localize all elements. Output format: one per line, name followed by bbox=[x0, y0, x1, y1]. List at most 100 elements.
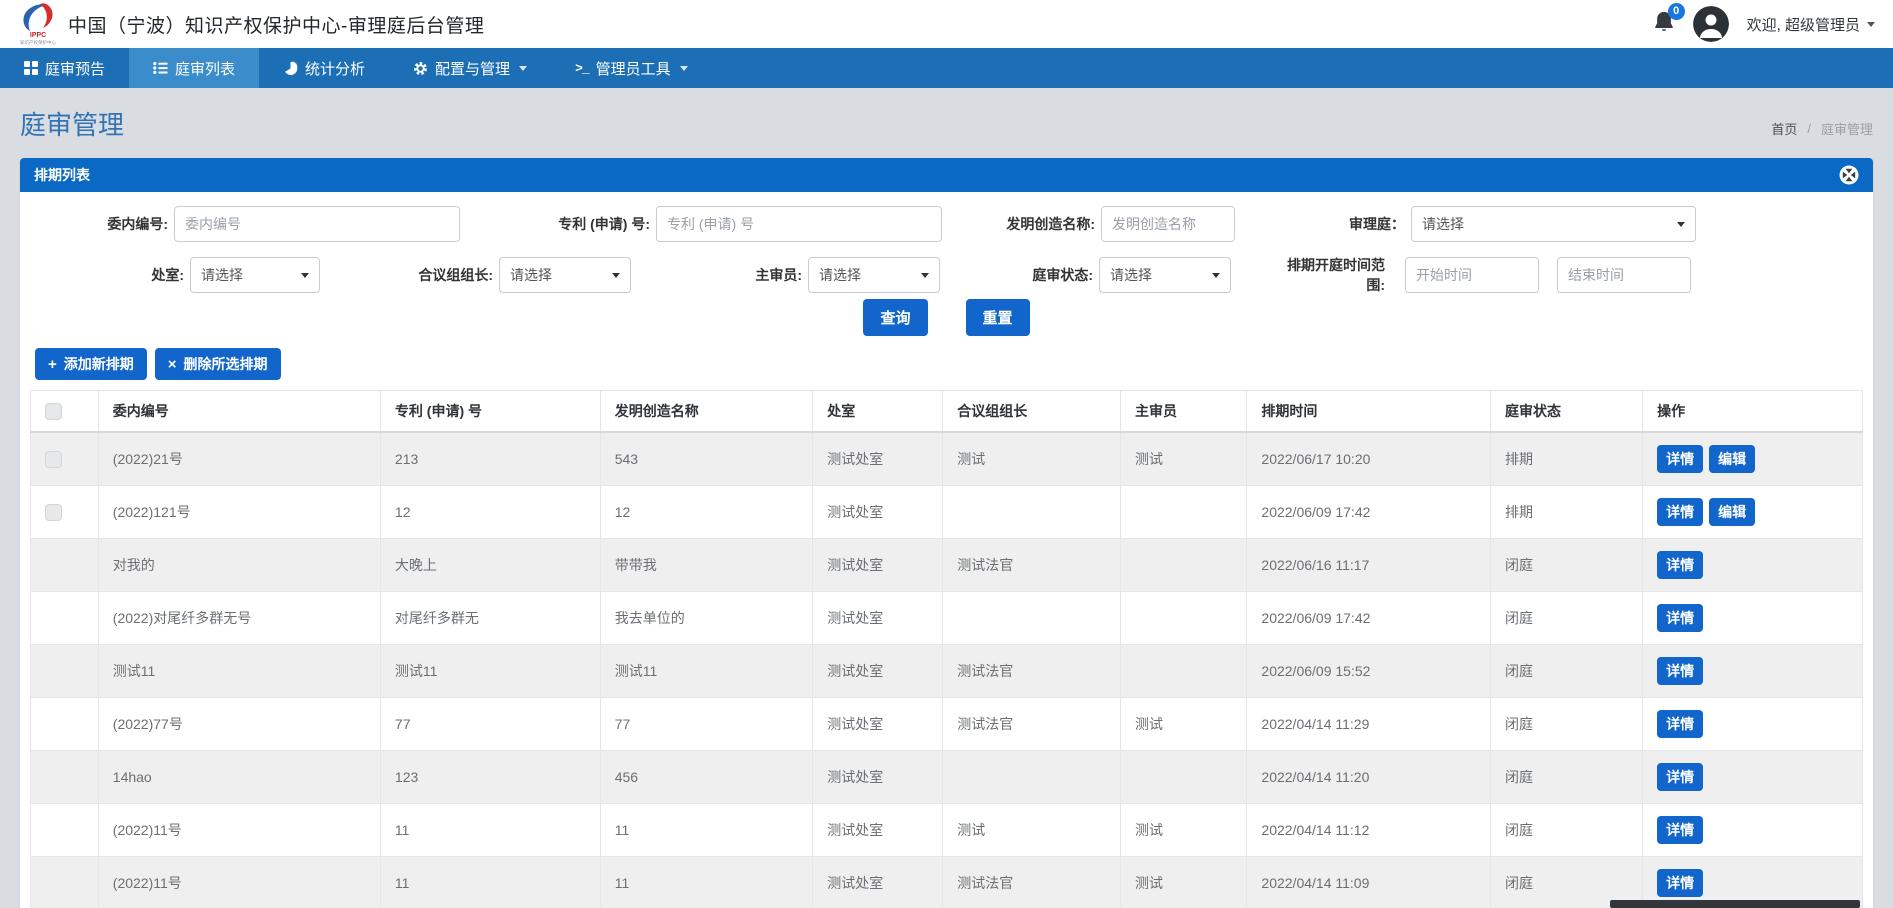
collapse-expand-icon[interactable] bbox=[1839, 165, 1859, 185]
row-checkbox[interactable] bbox=[45, 451, 62, 468]
breadcrumb-home[interactable]: 首页 bbox=[1771, 119, 1797, 138]
chief-judge-select[interactable]: 请选择 bbox=[808, 257, 940, 293]
cell-chief-judge bbox=[1121, 751, 1247, 804]
cell-department: 测试处室 bbox=[813, 698, 943, 751]
patent-no-input[interactable] bbox=[656, 206, 942, 242]
cell-patent-no: 测试11 bbox=[380, 645, 600, 698]
nav-item-statistics[interactable]: 统计分析 bbox=[259, 48, 389, 88]
nav-item-trial-preview[interactable]: 庭审预告 bbox=[0, 48, 129, 88]
trial-status-select[interactable]: 请选择 bbox=[1099, 257, 1231, 293]
bell-icon bbox=[1653, 21, 1675, 38]
cell-chief-judge bbox=[1121, 592, 1247, 645]
cell-panel-leader: 测试法官 bbox=[943, 539, 1121, 592]
cell-panel-leader bbox=[943, 592, 1121, 645]
col-schedule-time: 排期时间 bbox=[1247, 391, 1491, 433]
panel-leader-select[interactable]: 请选择 bbox=[499, 257, 631, 293]
nav-item-configuration[interactable]: 配置与管理 bbox=[389, 48, 551, 88]
status-badge: 排期 bbox=[1491, 432, 1643, 486]
table-row: 对我的 大晚上 带带我 测试处室 测试法官 2022/06/16 11:17 闭… bbox=[31, 539, 1863, 592]
cell-panel-leader: 测试 bbox=[943, 432, 1121, 486]
end-time-input[interactable] bbox=[1557, 257, 1691, 293]
chief-judge-select-value: 请选择 bbox=[819, 265, 861, 285]
status-badge: 闭庭 bbox=[1491, 539, 1643, 592]
chevron-down-icon bbox=[612, 273, 620, 278]
detail-button[interactable]: 详情 bbox=[1657, 816, 1703, 844]
cell-panel-leader bbox=[943, 751, 1121, 804]
chevron-down-icon bbox=[301, 273, 309, 278]
detail-button[interactable]: 详情 bbox=[1657, 657, 1703, 685]
add-schedule-button[interactable]: + 添加新排期 bbox=[35, 348, 147, 380]
cell-case-no: (2022)77号 bbox=[98, 698, 380, 751]
cell-patent-no: 77 bbox=[380, 698, 600, 751]
department-select[interactable]: 请选择 bbox=[190, 257, 320, 293]
detail-button[interactable]: 详情 bbox=[1657, 445, 1703, 473]
detail-button[interactable]: 详情 bbox=[1657, 551, 1703, 579]
panel-header: 排期列表 bbox=[20, 158, 1873, 192]
chief-judge-label: 主审员: bbox=[747, 265, 802, 285]
status-badge: 闭庭 bbox=[1491, 592, 1643, 645]
cell-invention-name: 543 bbox=[600, 432, 813, 486]
table-row: 测试11 测试11 测试11 测试处室 测试法官 2022/06/09 15:5… bbox=[31, 645, 1863, 698]
filter-row-1: 委内编号: 专利 (申请) 号: 发明创造名称: 审理庭： 请选择 bbox=[30, 206, 1863, 242]
table-row: (2022)121号 12 12 测试处室 2022/06/09 17:42 排… bbox=[31, 486, 1863, 539]
cell-schedule-time: 2022/06/09 17:42 bbox=[1247, 486, 1491, 539]
delete-selected-label: 删除所选排期 bbox=[184, 354, 268, 374]
cell-department: 测试处室 bbox=[813, 857, 943, 908]
nav-item-trial-list[interactable]: 庭审列表 bbox=[129, 48, 259, 88]
select-all-checkbox[interactable] bbox=[45, 403, 62, 420]
row-checkbox[interactable] bbox=[45, 504, 62, 521]
detail-button[interactable]: 详情 bbox=[1657, 869, 1703, 897]
cell-case-no: 14hao bbox=[98, 751, 380, 804]
case-no-input[interactable] bbox=[174, 206, 460, 242]
reset-button[interactable]: 重置 bbox=[966, 299, 1030, 336]
cell-patent-no: 12 bbox=[380, 486, 600, 539]
logo-text: IPPC bbox=[30, 32, 46, 39]
trial-status-select-value: 请选择 bbox=[1110, 265, 1152, 285]
status-badge: 闭庭 bbox=[1491, 645, 1643, 698]
cell-chief-judge bbox=[1121, 486, 1247, 539]
detail-button[interactable]: 详情 bbox=[1657, 763, 1703, 791]
edit-button[interactable]: 编辑 bbox=[1709, 445, 1755, 473]
cell-department: 测试处室 bbox=[813, 432, 943, 486]
department-select-value: 请选择 bbox=[201, 265, 243, 285]
avatar[interactable] bbox=[1693, 6, 1729, 42]
nav-label: 配置与管理 bbox=[435, 58, 510, 79]
detail-button[interactable]: 详情 bbox=[1657, 498, 1703, 526]
court-label: 审理庭： bbox=[1330, 214, 1405, 234]
col-invention-name: 发明创造名称 bbox=[600, 391, 813, 433]
cell-chief-judge: 测试 bbox=[1121, 804, 1247, 857]
pie-chart-icon bbox=[283, 61, 298, 76]
logo-subtext: 知识产权保护中心 bbox=[20, 39, 56, 46]
cell-schedule-time: 2022/04/14 11:29 bbox=[1247, 698, 1491, 751]
status-badge: 闭庭 bbox=[1491, 804, 1643, 857]
cell-department: 测试处室 bbox=[813, 645, 943, 698]
chevron-down-icon bbox=[1867, 22, 1875, 27]
status-badge: 闭庭 bbox=[1491, 751, 1643, 804]
col-case-no: 委内编号 bbox=[98, 391, 380, 433]
cell-schedule-time: 2022/06/16 11:17 bbox=[1247, 539, 1491, 592]
search-button[interactable]: 查询 bbox=[863, 299, 927, 336]
nav-item-admin-tools[interactable]: >_ 管理员工具 bbox=[551, 48, 712, 88]
cell-schedule-time: 2022/06/09 17:42 bbox=[1247, 592, 1491, 645]
delete-selected-button[interactable]: × 删除所选排期 bbox=[155, 348, 281, 380]
filter-row-2: 处室: 请选择 合议组组长: 请选择 主审员: 请选择 庭审状态: 请选择 bbox=[30, 255, 1863, 295]
cell-schedule-time: 2022/06/17 10:20 bbox=[1247, 432, 1491, 486]
cell-department: 测试处室 bbox=[813, 592, 943, 645]
nav-label: 庭审列表 bbox=[175, 58, 235, 79]
cell-schedule-time: 2022/04/14 11:20 bbox=[1247, 751, 1491, 804]
user-menu[interactable]: 欢迎, 超级管理员 bbox=[1747, 14, 1875, 35]
department-label: 处室: bbox=[78, 265, 184, 285]
trial-status-label: 庭审状态: bbox=[1017, 265, 1093, 285]
detail-button[interactable]: 详情 bbox=[1657, 604, 1703, 632]
horizontal-scrollbar-thumb[interactable] bbox=[1610, 900, 1860, 908]
cell-panel-leader: 测试法官 bbox=[943, 857, 1121, 908]
time-range-label: 排期开庭时间范围: bbox=[1275, 255, 1385, 295]
edit-button[interactable]: 编辑 bbox=[1709, 498, 1755, 526]
notifications-button[interactable]: 0 bbox=[1653, 10, 1675, 39]
case-no-label: 委内编号: bbox=[78, 214, 168, 234]
detail-button[interactable]: 详情 bbox=[1657, 710, 1703, 738]
start-time-input[interactable] bbox=[1405, 257, 1539, 293]
cell-department: 测试处室 bbox=[813, 751, 943, 804]
court-select[interactable]: 请选择 bbox=[1411, 206, 1696, 242]
invention-name-input[interactable] bbox=[1101, 206, 1235, 242]
